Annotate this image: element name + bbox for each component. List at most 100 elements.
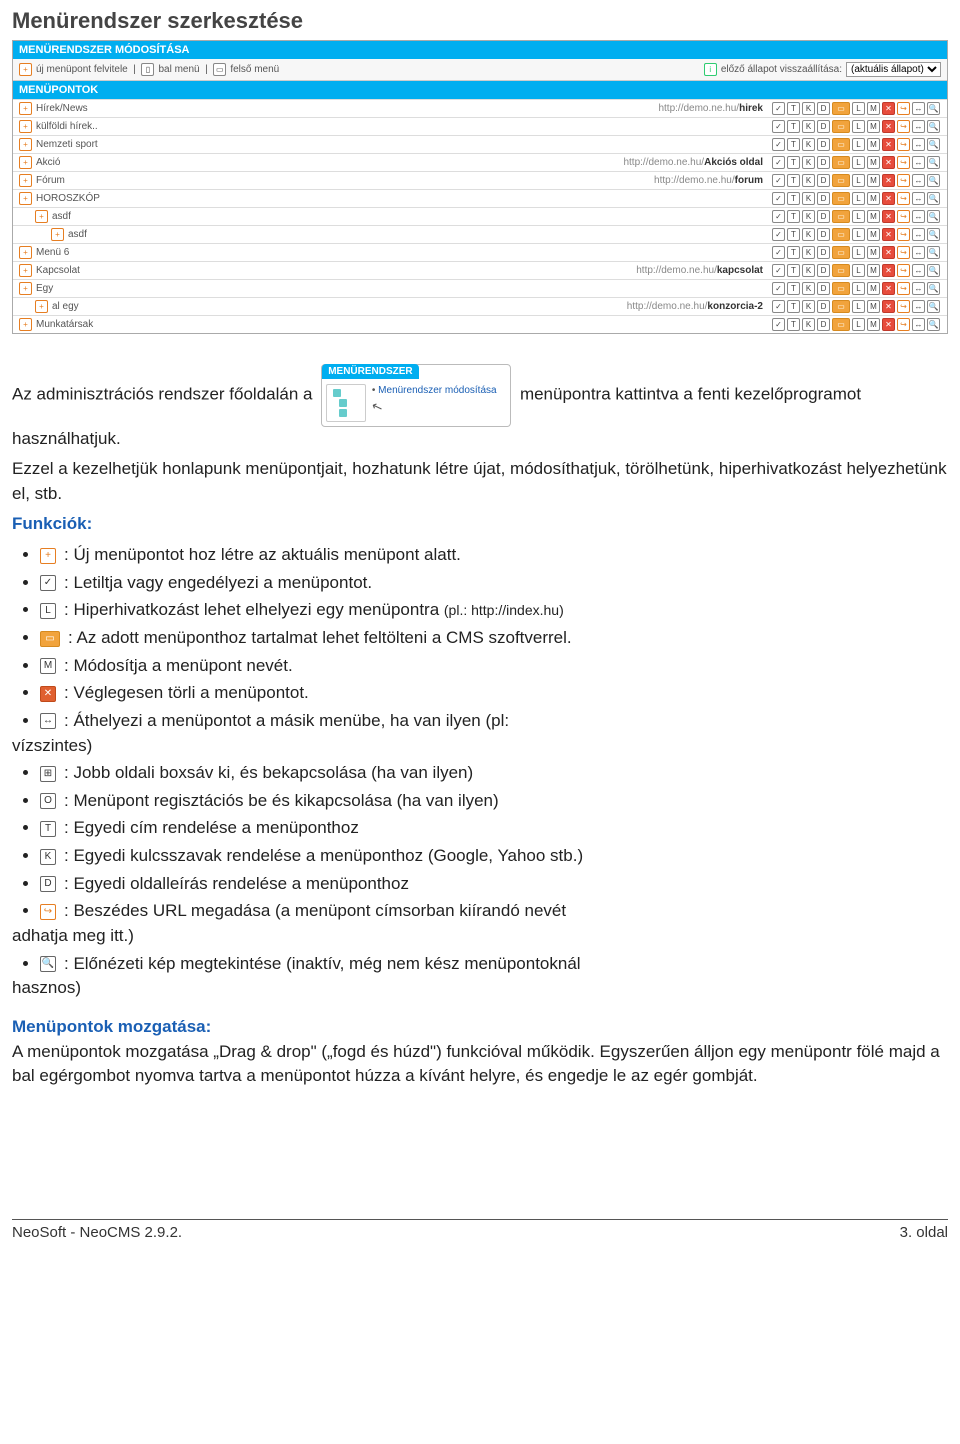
row-action-icon[interactable]: D [817,156,830,169]
row-action-icon[interactable]: L [852,102,865,115]
row-action-icon[interactable]: T [787,102,800,115]
row-action-icon[interactable]: D [817,102,830,115]
row-action-icon[interactable]: ✓ [772,300,785,313]
expand-icon[interactable]: + [35,210,48,223]
row-action-icon[interactable]: M [867,156,880,169]
menu-row[interactable]: +HOROSZKÓP✓TKD▭LM✕↪↔🔍 [13,189,947,207]
expand-icon[interactable]: + [35,300,48,313]
row-action-icon[interactable]: 🔍 [927,318,940,331]
row-action-icon[interactable]: ↪ [897,228,910,241]
row-action-icon[interactable]: ✓ [772,192,785,205]
expand-icon[interactable]: + [19,138,32,151]
row-action-icon[interactable]: L [852,228,865,241]
row-action-icon[interactable]: K [802,246,815,259]
row-action-icon[interactable]: ▭ [832,300,850,313]
row-action-icon[interactable]: M [867,300,880,313]
row-action-icon[interactable]: M [867,264,880,277]
row-action-icon[interactable]: ✕ [882,282,895,295]
row-action-icon[interactable]: L [852,120,865,133]
row-action-icon[interactable]: K [802,174,815,187]
row-action-icon[interactable]: 🔍 [927,228,940,241]
row-action-icon[interactable]: ↔ [912,138,925,151]
row-action-icon[interactable]: D [817,228,830,241]
row-action-icon[interactable]: ↔ [912,120,925,133]
row-action-icon[interactable]: ↪ [897,174,910,187]
row-action-icon[interactable]: ↪ [897,120,910,133]
row-action-icon[interactable]: T [787,192,800,205]
row-action-icon[interactable]: ✕ [882,264,895,277]
row-action-icon[interactable]: M [867,120,880,133]
row-action-icon[interactable]: L [852,300,865,313]
row-action-icon[interactable]: 🔍 [927,102,940,115]
row-action-icon[interactable]: L [852,210,865,223]
row-action-icon[interactable]: ✕ [882,318,895,331]
row-action-icon[interactable]: ✓ [772,228,785,241]
row-action-icon[interactable]: K [802,264,815,277]
row-action-icon[interactable]: M [867,282,880,295]
menu-row[interactable]: +al egyhttp://demo.ne.hu/konzorcia-2✓TKD… [13,297,947,315]
row-action-icon[interactable]: ✓ [772,318,785,331]
row-action-icon[interactable]: ↪ [897,300,910,313]
expand-icon[interactable]: + [19,318,32,331]
row-action-icon[interactable]: L [852,156,865,169]
row-action-icon[interactable]: D [817,138,830,151]
row-action-icon[interactable]: ▭ [832,102,850,115]
row-action-icon[interactable]: ↔ [912,210,925,223]
row-action-icon[interactable]: T [787,210,800,223]
expand-icon[interactable]: + [51,228,64,241]
row-action-icon[interactable]: T [787,300,800,313]
row-action-icon[interactable]: ↪ [897,246,910,259]
row-action-icon[interactable]: ✕ [882,120,895,133]
row-action-icon[interactable]: K [802,192,815,205]
row-action-icon[interactable]: ✓ [772,138,785,151]
menu-row[interactable]: +Egy✓TKD▭LM✕↪↔🔍 [13,279,947,297]
row-action-icon[interactable]: ↔ [912,246,925,259]
row-action-icon[interactable]: ✕ [882,246,895,259]
row-action-icon[interactable]: ✕ [882,102,895,115]
row-action-icon[interactable]: K [802,210,815,223]
row-action-icon[interactable]: 🔍 [927,264,940,277]
row-action-icon[interactable]: D [817,192,830,205]
row-action-icon[interactable]: ▭ [832,210,850,223]
expand-icon[interactable]: + [19,120,32,133]
left-menu-link[interactable]: bal menü [158,64,199,75]
row-action-icon[interactable]: M [867,228,880,241]
row-action-icon[interactable]: M [867,174,880,187]
row-action-icon[interactable]: ↪ [897,138,910,151]
row-action-icon[interactable]: ↪ [897,318,910,331]
menu-row[interactable]: +Kapcsolathttp://demo.ne.hu/kapcsolat✓TK… [13,261,947,279]
row-action-icon[interactable]: ↔ [912,192,925,205]
row-action-icon[interactable]: K [802,102,815,115]
row-action-icon[interactable]: ↪ [897,282,910,295]
row-action-icon[interactable]: ✕ [882,300,895,313]
row-action-icon[interactable]: L [852,192,865,205]
row-action-icon[interactable]: 🔍 [927,246,940,259]
row-action-icon[interactable]: L [852,282,865,295]
row-action-icon[interactable]: L [852,138,865,151]
row-action-icon[interactable]: D [817,318,830,331]
row-action-icon[interactable]: ↪ [897,192,910,205]
row-action-icon[interactable]: ▭ [832,228,850,241]
row-action-icon[interactable]: 🔍 [927,192,940,205]
row-action-icon[interactable]: ▭ [832,318,850,331]
row-action-icon[interactable]: M [867,246,880,259]
row-action-icon[interactable]: T [787,156,800,169]
row-action-icon[interactable]: ✓ [772,210,785,223]
row-action-icon[interactable]: M [867,102,880,115]
row-action-icon[interactable]: K [802,156,815,169]
row-action-icon[interactable]: ✕ [882,192,895,205]
row-action-icon[interactable]: ▭ [832,282,850,295]
restore-select[interactable]: (aktuális állapot) [846,62,941,77]
row-action-icon[interactable]: ✕ [882,174,895,187]
row-action-icon[interactable]: T [787,318,800,331]
row-action-icon[interactable]: ↪ [897,210,910,223]
menu-row[interactable]: +Fórumhttp://demo.ne.hu/forum✓TKD▭LM✕↪↔🔍 [13,171,947,189]
row-action-icon[interactable]: K [802,228,815,241]
row-action-icon[interactable]: T [787,246,800,259]
row-action-icon[interactable]: ▭ [832,120,850,133]
row-action-icon[interactable]: ✓ [772,102,785,115]
expand-icon[interactable]: + [19,264,32,277]
row-action-icon[interactable]: K [802,318,815,331]
row-action-icon[interactable]: ▭ [832,192,850,205]
row-action-icon[interactable]: T [787,264,800,277]
